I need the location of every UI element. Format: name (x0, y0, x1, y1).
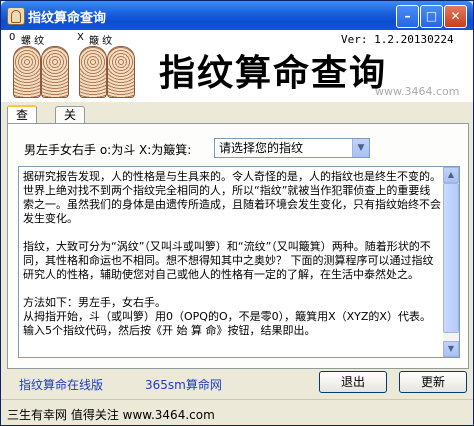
version-label: Ver: 1.2.20130224 (341, 33, 454, 46)
fingerprint-select-value: 请选择您的指纹 (219, 141, 304, 155)
index-loop-icon (107, 46, 135, 98)
365sm-link[interactable]: 365sm算命网 (145, 376, 222, 393)
scroll-down-icon[interactable]: ▼ (443, 341, 459, 357)
fingerprint-illustration: 0 螺 纹 X 簸 纹 (7, 32, 135, 98)
tab-about[interactable]: 关于 (55, 106, 86, 138)
index-whorl-icon (41, 46, 69, 98)
maximize-button[interactable]: □ (420, 5, 443, 28)
status-text: 三生有幸网 值得关注 www.3464.com (7, 408, 215, 422)
scroll-thumb[interactable] (443, 183, 459, 333)
loop-text: 簸 纹 (89, 36, 113, 47)
description-paragraph: 从拇指开始，斗（或叫箩）用0（OPQ的O，不是零0），簸箕用X（XYZ的X）代表… (23, 310, 431, 337)
description-paragraph: 方法如下：男左手，女右手。 (23, 296, 166, 309)
minimize-icon: – (404, 9, 411, 23)
fingerprint-select-row: 男左手女右手 o:为斗 X:为簸箕: 请选择您的指纹 ▼ (22, 138, 462, 158)
banner-title: 指纹算命查询 (159, 53, 388, 94)
minimize-button[interactable]: – (396, 5, 419, 28)
fingerprint-select[interactable]: 请选择您的指纹 ▼ (214, 138, 370, 158)
header-banner: 0 螺 纹 X 簸 纹 指纹算命查询 Ver: 1.2.20130224 www… (1, 30, 473, 102)
fingerprint-select-label: 男左手女右手 o:为斗 X:为簸箕: (24, 143, 192, 157)
update-button[interactable]: 更新 (399, 371, 467, 393)
close-icon: ✕ (450, 9, 461, 23)
description-paragraph: 指纹，大致可分为“涡纹”（又叫斗或叫箩）和“流纹”（又叫簸箕）两种。随着形状的不… (23, 240, 434, 281)
chevron-down-icon[interactable]: ▼ (352, 139, 369, 157)
scroll-up-icon[interactable]: ▲ (443, 167, 459, 183)
loop-label: X (77, 32, 84, 43)
status-bar: 三生有幸网 值得关注 www.3464.com (1, 399, 473, 426)
app-window: 指纹算命查询 – □ ✕ 0 螺 纹 X 簸 纹 指纹算命查询 Ver: 1.2… (0, 0, 474, 426)
exit-button[interactable]: 退出 (319, 371, 387, 393)
title-bar[interactable]: 指纹算命查询 – □ ✕ (1, 1, 473, 30)
window-title: 指纹算命查询 (28, 11, 107, 26)
vertical-scrollbar[interactable]: ▲ ▼ (443, 167, 459, 357)
fingerprint-app-icon (7, 7, 25, 25)
thumb-whorl-icon (13, 46, 41, 98)
website-watermark: www.3464.com (375, 85, 460, 98)
whorl-text: 螺 纹 (21, 36, 45, 47)
thumb-loop-icon (79, 46, 107, 98)
description-textarea[interactable]: 据研究报告发现，人的性格是与生具来的。令人奇怪的是，人的指纹也是终生不变的。世界… (18, 166, 460, 358)
close-button[interactable]: ✕ (444, 5, 467, 28)
description-paragraph: 据研究报告发现，人的性格是与生具来的。令人奇怪的是，人的指纹也是终生不变的。世界… (23, 170, 441, 225)
query-panel: 男左手女右手 o:为斗 X:为簸箕: 请选择您的指纹 ▼ 据研究报告发现，人的性… (7, 123, 469, 369)
online-version-link[interactable]: 指纹算命在线版 (19, 376, 103, 393)
whorl-label: 0 (9, 32, 16, 43)
tab-query[interactable]: 查询 (7, 105, 38, 138)
maximize-icon: □ (425, 9, 438, 23)
